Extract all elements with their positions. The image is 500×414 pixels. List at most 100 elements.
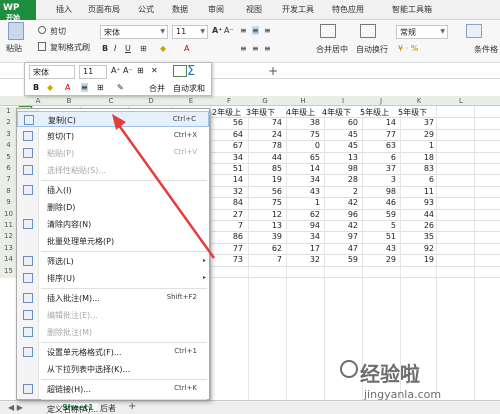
copy-button[interactable]: 复制 bbox=[50, 42, 66, 53]
table-cell[interactable]: 67 bbox=[209, 141, 243, 150]
table-cell[interactable]: 37 bbox=[362, 164, 396, 173]
mini-bold-icon[interactable]: B bbox=[33, 83, 39, 92]
table-cell[interactable]: 97 bbox=[324, 232, 358, 241]
table-cell[interactable]: 42 bbox=[324, 221, 358, 230]
mini-merge-icon[interactable] bbox=[173, 65, 187, 77]
context-menu-item[interactable]: 编辑批注(E)... bbox=[17, 307, 209, 323]
table-header-cell[interactable]: 5年级上 bbox=[360, 107, 389, 118]
column-header[interactable]: C bbox=[104, 97, 118, 105]
context-menu-item[interactable]: 定义名称(A)... bbox=[17, 401, 209, 414]
table-cell[interactable]: 13 bbox=[248, 221, 282, 230]
table-cell[interactable]: 65 bbox=[286, 153, 320, 162]
table-cell[interactable]: 38 bbox=[286, 118, 320, 127]
table-cell[interactable]: 14 bbox=[286, 164, 320, 173]
conditional-format-icon[interactable] bbox=[466, 24, 482, 38]
table-cell[interactable]: 56 bbox=[209, 118, 243, 127]
tab-view[interactable]: 视图 bbox=[246, 4, 262, 15]
context-menu-item[interactable]: 删除(D) bbox=[17, 199, 209, 215]
font-size-select[interactable]: 11 ▼ bbox=[172, 25, 208, 39]
table-cell[interactable]: 98 bbox=[324, 164, 358, 173]
table-cell[interactable]: 29 bbox=[400, 130, 434, 139]
cut-button[interactable]: 剪切 bbox=[50, 26, 66, 37]
column-header[interactable]: I bbox=[336, 97, 350, 105]
context-menu-item[interactable]: 选择性粘贴(S)... bbox=[17, 162, 209, 178]
table-cell[interactable]: 18 bbox=[400, 153, 434, 162]
merge-center-button[interactable]: 合并居中 bbox=[316, 44, 348, 55]
table-cell[interactable]: 47 bbox=[324, 244, 358, 253]
table-cell[interactable]: 39 bbox=[248, 232, 282, 241]
table-cell[interactable]: 19 bbox=[248, 175, 282, 184]
mini-shrink-icon[interactable]: A⁻ bbox=[123, 66, 133, 75]
column-header[interactable]: G bbox=[258, 97, 272, 105]
table-header-cell[interactable]: 4年级下 bbox=[322, 107, 351, 118]
align-right-icon[interactable]: ≡ bbox=[264, 44, 271, 53]
table-cell[interactable]: 59 bbox=[324, 255, 358, 264]
context-menu-item[interactable]: 设置单元格格式(F)... Ctrl+1 bbox=[17, 344, 209, 360]
table-cell[interactable]: 43 bbox=[362, 244, 396, 253]
table-cell[interactable]: 84 bbox=[209, 198, 243, 207]
underline-icon[interactable]: U bbox=[125, 44, 131, 53]
table-cell[interactable]: 45 bbox=[324, 141, 358, 150]
context-menu-item[interactable]: 筛选(L) ▸ bbox=[17, 253, 209, 269]
table-cell[interactable]: 3 bbox=[362, 175, 396, 184]
tab-review[interactable]: 审阅 bbox=[208, 4, 224, 15]
context-menu-item[interactable]: 插入批注(M)... Shift+F2 bbox=[17, 290, 209, 306]
font-shrink-icon[interactable]: A⁻ bbox=[224, 26, 234, 35]
context-menu-item[interactable]: 批量处理单元格(P) bbox=[17, 233, 209, 249]
table-cell[interactable]: 27 bbox=[209, 210, 243, 219]
table-cell[interactable]: 62 bbox=[248, 244, 282, 253]
column-header[interactable]: L bbox=[454, 97, 468, 105]
table-cell[interactable]: 1 bbox=[400, 141, 434, 150]
table-cell[interactable]: 77 bbox=[362, 130, 396, 139]
table-cell[interactable]: 75 bbox=[248, 198, 282, 207]
table-cell[interactable]: 60 bbox=[324, 118, 358, 127]
table-cell[interactable]: 51 bbox=[362, 232, 396, 241]
wrap-text-icon[interactable] bbox=[360, 24, 376, 38]
italic-icon[interactable]: I bbox=[114, 44, 116, 53]
mini-fill-icon[interactable]: ◆ bbox=[47, 83, 53, 92]
column-header[interactable]: B bbox=[62, 97, 76, 105]
table-cell[interactable]: 98 bbox=[362, 187, 396, 196]
fill-color-icon[interactable]: ◆ bbox=[160, 44, 166, 53]
context-menu-item[interactable]: 插入(I) bbox=[17, 182, 209, 198]
conditional-format-button[interactable]: 条件格 bbox=[474, 44, 498, 55]
paste-button[interactable]: 粘贴 bbox=[6, 43, 22, 54]
table-cell[interactable]: 19 bbox=[400, 255, 434, 264]
table-cell[interactable]: 28 bbox=[324, 175, 358, 184]
table-cell[interactable]: 63 bbox=[362, 141, 396, 150]
table-cell[interactable]: 45 bbox=[324, 130, 358, 139]
mini-font-name-select[interactable]: 宋体 bbox=[29, 65, 75, 79]
table-cell[interactable]: 34 bbox=[286, 175, 320, 184]
table-cell[interactable]: 7 bbox=[248, 255, 282, 264]
table-cell[interactable]: 85 bbox=[248, 164, 282, 173]
column-header[interactable]: E bbox=[184, 97, 198, 105]
table-header-cell[interactable]: 5年级下 bbox=[398, 107, 427, 118]
currency-icon[interactable]: ¥ · % bbox=[398, 44, 418, 53]
new-tab-icon[interactable]: + bbox=[268, 64, 278, 78]
context-menu-item[interactable]: 从下拉列表中选择(K)... bbox=[17, 361, 209, 377]
table-cell[interactable]: 94 bbox=[286, 221, 320, 230]
context-menu-item[interactable]: 清除内容(N) bbox=[17, 216, 209, 232]
table-cell[interactable]: 44 bbox=[248, 153, 282, 162]
table-cell[interactable]: 6 bbox=[400, 175, 434, 184]
context-menu-item[interactable]: 剪切(T) Ctrl+X bbox=[17, 128, 209, 144]
number-format-select[interactable]: 常规 ▼ bbox=[396, 25, 448, 39]
mini-font-size-select[interactable]: 11 bbox=[79, 65, 107, 79]
table-cell[interactable]: 5 bbox=[362, 221, 396, 230]
font-grow-icon[interactable]: A⁺ bbox=[212, 26, 222, 35]
mini-border-icon[interactable]: ⊞ bbox=[137, 66, 144, 75]
mini-merge-button[interactable]: 合并 bbox=[149, 83, 165, 94]
mini-sigma-icon[interactable]: Σ bbox=[187, 64, 195, 79]
table-cell[interactable]: 92 bbox=[400, 244, 434, 253]
table-cell[interactable]: 34 bbox=[286, 232, 320, 241]
paste-icon[interactable] bbox=[8, 22, 24, 40]
table-cell[interactable]: 0 bbox=[286, 141, 320, 150]
column-header[interactable]: J bbox=[374, 97, 388, 105]
table-header-cell[interactable]: 2年级上 bbox=[212, 107, 241, 118]
align-left-icon[interactable]: ≡ bbox=[240, 44, 247, 53]
align-center-icon[interactable]: ≡ bbox=[252, 44, 259, 53]
table-cell[interactable]: 6 bbox=[362, 153, 396, 162]
context-menu-item[interactable]: 复制(C) Ctrl+C bbox=[17, 111, 209, 127]
table-cell[interactable]: 13 bbox=[324, 153, 358, 162]
wrap-text-button[interactable]: 自动换行 bbox=[356, 44, 388, 55]
